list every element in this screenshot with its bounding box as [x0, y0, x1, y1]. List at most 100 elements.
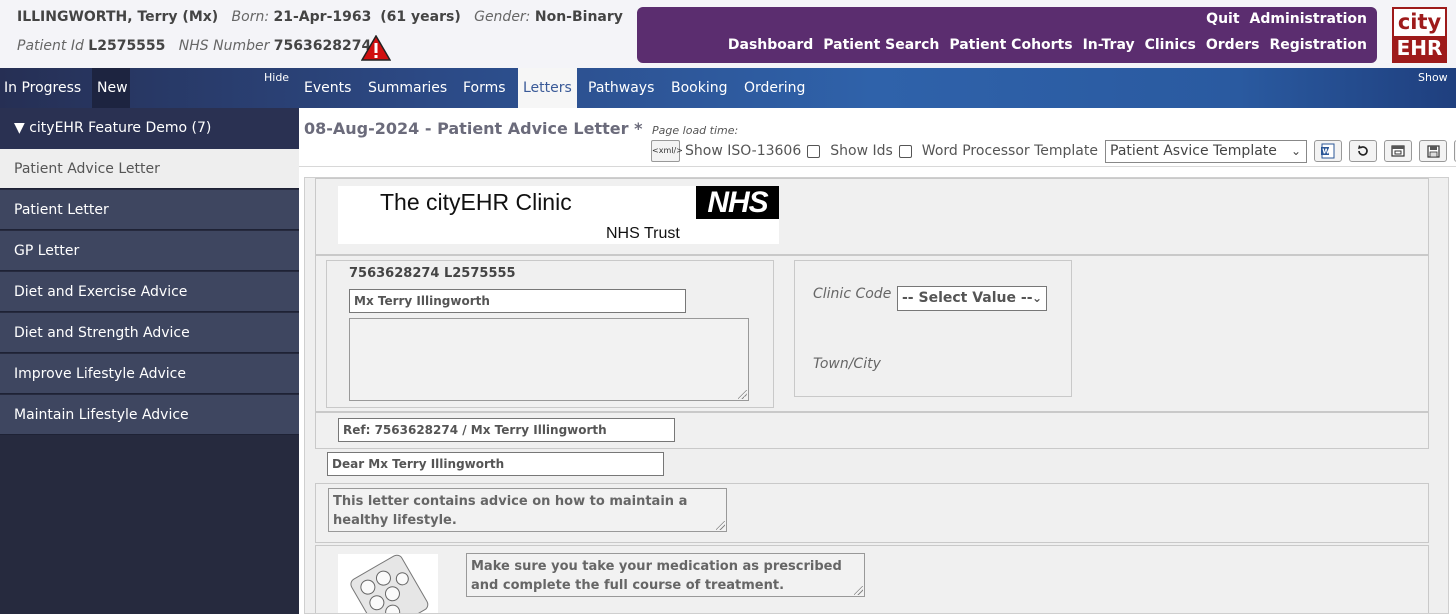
nhs-trust-label: NHS Trust: [606, 225, 680, 242]
show-ids-checkbox[interactable]: [898, 144, 912, 158]
word-export-button[interactable]: W: [1314, 140, 1342, 162]
sidebar-item-improve-lifestyle-advice[interactable]: Improve Lifestyle Advice: [0, 354, 299, 394]
patient-identifiers: Patient Id L2575555 NHS Number 756362827…: [17, 38, 371, 54]
tab-events[interactable]: Events: [304, 68, 351, 108]
tab-forms[interactable]: Forms: [463, 68, 506, 108]
medication-textarea[interactable]: Make sure you take your medication as pr…: [466, 553, 865, 597]
patient-address-textarea[interactable]: [349, 318, 749, 401]
letter-form: The cityEHR Clinic NHS NHS Trust 7563628…: [304, 177, 1449, 614]
nav-patient-search[interactable]: Patient Search: [823, 37, 939, 53]
letterhead-image: The cityEHR Clinic NHS NHS Trust: [338, 186, 779, 244]
intro-textarea[interactable]: This letter contains advice on how to ma…: [328, 488, 727, 532]
sidebar-item-diet-exercise-advice[interactable]: Diet and Exercise Advice: [0, 272, 299, 312]
gender-label: Gender:: [474, 9, 531, 25]
nav-administration[interactable]: Administration: [1250, 11, 1367, 27]
patient-banner: ILLINGWORTH, Terry (Mx) Born: 21-Apr-196…: [0, 0, 1456, 68]
main-panel: 08-Aug-2024 - Patient Advice Letter * Pa…: [299, 108, 1456, 614]
refresh-icon: [1358, 145, 1368, 156]
sidebar-item-gp-letter[interactable]: GP Letter: [0, 231, 299, 271]
window-icon: [1391, 145, 1405, 157]
chevron-down-icon: ⌄: [1031, 291, 1042, 305]
page-title: 08-Aug-2024 - Patient Advice Letter * Pa…: [304, 119, 738, 138]
sidebar-item-diet-strength-advice[interactable]: Diet and Strength Advice: [0, 313, 299, 353]
clinic-code-select-value: -- Select Value --: [902, 290, 1033, 306]
sidebar: ▼ cityEHR Feature Demo (7) Patient Advic…: [0, 108, 299, 614]
sidebar-item-patient-advice-letter[interactable]: Patient Advice Letter: [0, 149, 299, 189]
show-iso-label: Show ISO-13606: [685, 143, 802, 159]
document-title: 08-Aug-2024 - Patient Advice Letter *: [304, 119, 643, 138]
svg-text:W: W: [1322, 148, 1330, 156]
save-button[interactable]: [1419, 140, 1447, 162]
word-document-icon: W: [1321, 143, 1335, 159]
chevron-down-icon: ⌄: [1290, 143, 1301, 158]
document-toolbar: <xml/> Show ISO-13606 Show Ids Word Proc…: [651, 139, 1456, 163]
tab-bar: In Progress New Hide Events Summaries Fo…: [0, 68, 1456, 108]
pill-blister-icon: [350, 554, 429, 613]
nav-patient-cohorts[interactable]: Patient Cohorts: [949, 37, 1072, 53]
preview-button[interactable]: [1384, 140, 1412, 162]
save-icon: [1426, 144, 1440, 158]
resize-grip-icon[interactable]: [854, 586, 863, 595]
patient-name-field[interactable]: Mx Terry Illingworth: [349, 289, 686, 313]
hide-sidebar-link[interactable]: Hide: [264, 71, 289, 84]
nav-dashboard[interactable]: Dashboard: [728, 37, 813, 53]
warning-icon[interactable]: [361, 35, 391, 61]
sidebar-item-maintain-lifestyle-advice[interactable]: Maintain Lifestyle Advice: [0, 395, 299, 435]
template-select-value: Patient Asvice Template: [1110, 142, 1277, 159]
refresh-button[interactable]: [1349, 140, 1377, 162]
show-ids-label: Show Ids: [830, 143, 893, 159]
patient-id: L2575555: [88, 38, 166, 54]
clinic-name: The cityEHR Clinic: [380, 189, 572, 215]
letterhead-section: The cityEHR Clinic NHS NHS Trust: [315, 178, 1429, 255]
tab-pathways[interactable]: Pathways: [588, 68, 654, 108]
resize-grip-icon[interactable]: [738, 390, 747, 399]
patient-address-box: 7563628274 L2575555 Mx Terry Illingworth: [326, 260, 774, 408]
intro-text: This letter contains advice on how to ma…: [333, 494, 688, 528]
logo-city-text: city: [1397, 10, 1442, 34]
xml-view-button[interactable]: <xml/>: [651, 140, 683, 162]
address-section: 7563628274 L2575555 Mx Terry Illingworth…: [315, 255, 1429, 412]
patient-dob: 21-Apr-1963: [273, 9, 372, 25]
nav-quit[interactable]: Quit: [1206, 11, 1239, 27]
sidebar-item-patient-letter[interactable]: Patient Letter: [0, 190, 299, 230]
reference-field[interactable]: Ref: 7563628274 / Mx Terry Illingworth: [338, 418, 675, 442]
page-load-time: Page load time:: [652, 124, 739, 137]
show-panel-link[interactable]: Show: [1418, 71, 1448, 84]
template-select[interactable]: Patient Asvice Template ⌄: [1105, 139, 1307, 163]
nhs-logo: NHS: [696, 186, 779, 219]
cityehr-logo: city EHR: [1392, 7, 1447, 63]
patient-id-label: Patient Id: [17, 38, 84, 54]
patient-demographics: ILLINGWORTH, Terry (Mx) Born: 21-Apr-196…: [17, 9, 623, 25]
divider: [299, 166, 1456, 167]
nav-in-tray[interactable]: In-Tray: [1083, 37, 1135, 53]
nhs-number: 7563628274: [273, 38, 372, 54]
town-city-label: Town/City: [813, 356, 881, 372]
tab-ordering[interactable]: Ordering: [744, 68, 805, 108]
show-iso-checkbox[interactable]: [807, 144, 821, 158]
tab-in-progress[interactable]: In Progress: [0, 68, 85, 108]
main-navigation: Quit Administration Dashboard Patient Se…: [637, 7, 1377, 63]
reference-section: Ref: 7563628274 / Mx Terry Illingworth: [315, 412, 1429, 449]
nav-registration[interactable]: Registration: [1269, 37, 1367, 53]
tab-new[interactable]: New: [92, 68, 130, 108]
clinic-code-label: Clinic Code: [813, 286, 892, 302]
born-label: Born:: [231, 9, 270, 25]
patient-name: ILLINGWORTH, Terry (Mx): [17, 9, 219, 25]
medication-image: [338, 554, 438, 613]
tab-letters[interactable]: Letters: [518, 68, 577, 108]
resize-grip-icon[interactable]: [716, 521, 725, 530]
clinic-code-select[interactable]: -- Select Value -- ⌄: [897, 286, 1047, 311]
nav-orders[interactable]: Orders: [1206, 37, 1260, 53]
nhs-number-label: NHS Number: [178, 38, 270, 54]
medication-section: Make sure you take your medication as pr…: [315, 545, 1429, 613]
clinic-details-box: Clinic Code -- Select Value -- ⌄ Town/Ci…: [794, 260, 1072, 397]
salutation-field[interactable]: Dear Mx Terry Illingworth: [327, 452, 664, 476]
nav-clinics[interactable]: Clinics: [1145, 37, 1196, 53]
intro-section: This letter contains advice on how to ma…: [315, 483, 1429, 543]
tab-summaries[interactable]: Summaries: [368, 68, 447, 108]
patient-age: (61 years): [380, 9, 461, 25]
patient-ids-text: 7563628274 L2575555: [349, 266, 516, 281]
medication-text: Make sure you take your medication as pr…: [471, 559, 842, 593]
sidebar-group-header[interactable]: ▼ cityEHR Feature Demo (7): [0, 108, 299, 149]
tab-booking[interactable]: Booking: [671, 68, 728, 108]
